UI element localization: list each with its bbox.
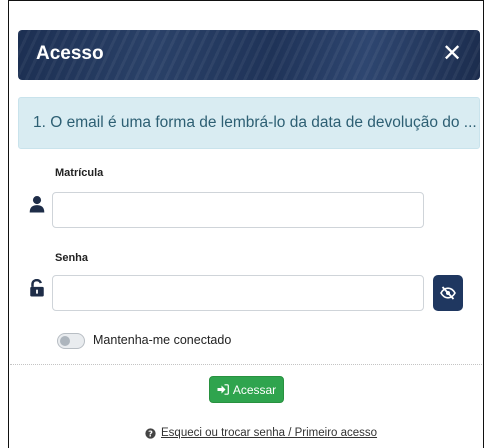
toggle-password-visibility-button[interactable]: [433, 275, 463, 311]
matricula-input[interactable]: [52, 192, 424, 228]
toggle-knob: [60, 336, 70, 346]
remember-me-toggle[interactable]: [57, 333, 85, 349]
sign-in-icon: [217, 384, 229, 395]
user-icon: [29, 196, 45, 213]
info-notice: 1. O email é uma forma de lembrá-lo da d…: [18, 97, 480, 149]
matricula-label: Matrícula: [55, 167, 104, 179]
help-line: ? Esqueci ou trocar senha / Primeiro ace…: [145, 427, 377, 439]
forgot-password-link[interactable]: Esqueci ou trocar senha / Primeiro acess…: [161, 427, 377, 439]
senha-label: Senha: [55, 252, 89, 264]
eye-slash-icon: [440, 286, 456, 300]
modal-header: Acesso ✕: [18, 30, 480, 80]
close-icon: ✕: [441, 40, 463, 67]
senha-input[interactable]: [52, 275, 424, 311]
modal-title: Acesso: [36, 43, 104, 64]
remember-me-label: Mantenha-me conectado: [93, 333, 232, 347]
unlock-icon: [30, 279, 44, 297]
form-divider: [10, 364, 482, 365]
question-circle-icon: ?: [145, 427, 156, 439]
close-button[interactable]: ✕: [438, 39, 466, 69]
svg-text:?: ?: [148, 428, 153, 438]
submit-label: Acessar: [232, 382, 277, 397]
submit-button[interactable]: Acessar: [209, 376, 284, 403]
